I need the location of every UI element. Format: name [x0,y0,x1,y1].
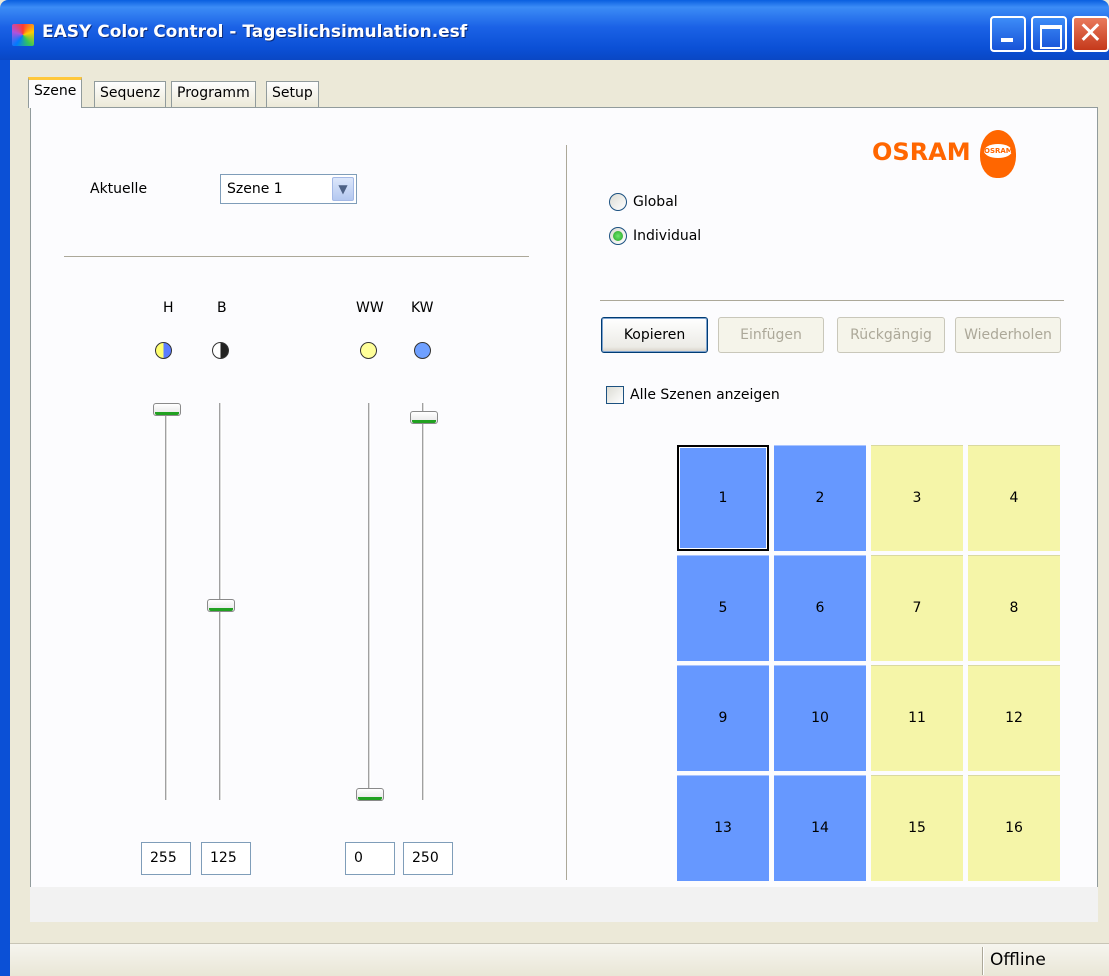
slider-thumb-ww[interactable] [356,788,384,801]
hue-value-input[interactable]: 255 [141,842,191,875]
channel-cell-9[interactable]: 9 [677,665,769,771]
slider-track-h[interactable] [165,403,168,800]
show-all-scenes-checkbox[interactable] [606,386,624,404]
slider-thumb-b[interactable] [207,599,235,613]
slider-label-h: H [163,300,174,316]
channel-cell-12[interactable]: 12 [968,665,1060,771]
channel-cell-13[interactable]: 13 [677,775,769,881]
tab-sequenz[interactable]: Sequenz [94,81,167,107]
tab-setup[interactable]: Setup [266,81,319,107]
global-radio[interactable] [609,193,627,211]
channel-grid: 1 2 3 4 5 6 7 8 9 10 11 12 13 14 15 16 [677,445,1061,881]
cold-white-value-input[interactable]: 250 [403,842,453,875]
channel-cell-1[interactable]: 1 [677,445,769,551]
global-radio-label[interactable]: Global [633,194,678,210]
paste-button[interactable]: Einfügen [718,317,824,353]
individual-radio[interactable] [609,227,627,245]
brightness-icon [212,342,229,359]
panel-footer [30,887,1098,922]
osram-bulb-icon: OSRAM [980,130,1016,178]
redo-button[interactable]: Wiederholen [955,317,1061,353]
slider-label-b: B [217,300,227,316]
channel-cell-15[interactable]: 15 [871,775,963,881]
osram-logo: OSRAM [872,138,971,166]
channel-cell-3[interactable]: 3 [871,445,963,551]
cold-white-icon [414,342,431,359]
left-divider [64,256,529,257]
show-all-scenes-label[interactable]: Alle Szenen anzeigen [630,387,780,403]
close-icon: ✕ [1077,16,1104,51]
slider-track-kw[interactable] [422,403,425,800]
window-frame [0,60,10,976]
maximize-button[interactable] [1031,16,1067,52]
warm-white-icon [360,342,377,359]
channel-cell-16[interactable]: 16 [968,775,1060,881]
minimize-button[interactable] [990,16,1026,52]
channel-cell-2[interactable]: 2 [774,445,866,551]
channel-cell-4[interactable]: 4 [968,445,1060,551]
channel-cell-5[interactable]: 5 [677,555,769,661]
channel-cell-8[interactable]: 8 [968,555,1060,661]
slider-track-ww[interactable] [368,403,371,800]
status-separator [982,947,984,975]
copy-button[interactable]: Kopieren [601,317,708,353]
brightness-value-input[interactable]: 125 [201,842,251,875]
section-divider [566,145,567,880]
channel-cell-7[interactable]: 7 [871,555,963,661]
warm-white-value-input[interactable]: 0 [345,842,395,875]
close-button[interactable]: ✕ [1072,16,1109,52]
slider-thumb-kw[interactable] [410,410,438,424]
scene-select-value: Szene 1 [227,181,283,197]
scene-select[interactable]: Szene 1 ▼ [220,174,357,204]
channel-cell-10[interactable]: 10 [774,665,866,771]
slider-label-kw: KW [411,300,434,316]
window-title: EASY Color Control - Tageslichsimulation… [42,22,468,42]
undo-button[interactable]: Rückgängig [837,317,945,353]
channel-cell-14[interactable]: 14 [774,775,866,881]
app-icon [12,24,34,46]
current-scene-label: Aktuelle [90,181,148,197]
status-bar: Offline [10,943,1109,976]
hue-icon [155,342,172,359]
status-text: Offline [990,950,1046,970]
osram-bulb-text: OSRAM [984,144,1013,158]
channel-cell-6[interactable]: 6 [774,555,866,661]
client-area: Szene Sequenz Programm Setup Aktuelle Sz… [10,60,1109,976]
tab-szene[interactable]: Szene [28,77,83,108]
individual-radio-label[interactable]: Individual [633,228,701,244]
chevron-down-icon[interactable]: ▼ [332,177,354,201]
title-bar[interactable]: EASY Color Control - Tageslichsimulation… [0,0,1109,60]
right-divider [600,300,1064,301]
channel-cell-11[interactable]: 11 [871,665,963,771]
tab-programm[interactable]: Programm [171,81,256,107]
slider-thumb-h[interactable] [153,403,181,416]
slider-label-ww: WW [356,300,384,316]
